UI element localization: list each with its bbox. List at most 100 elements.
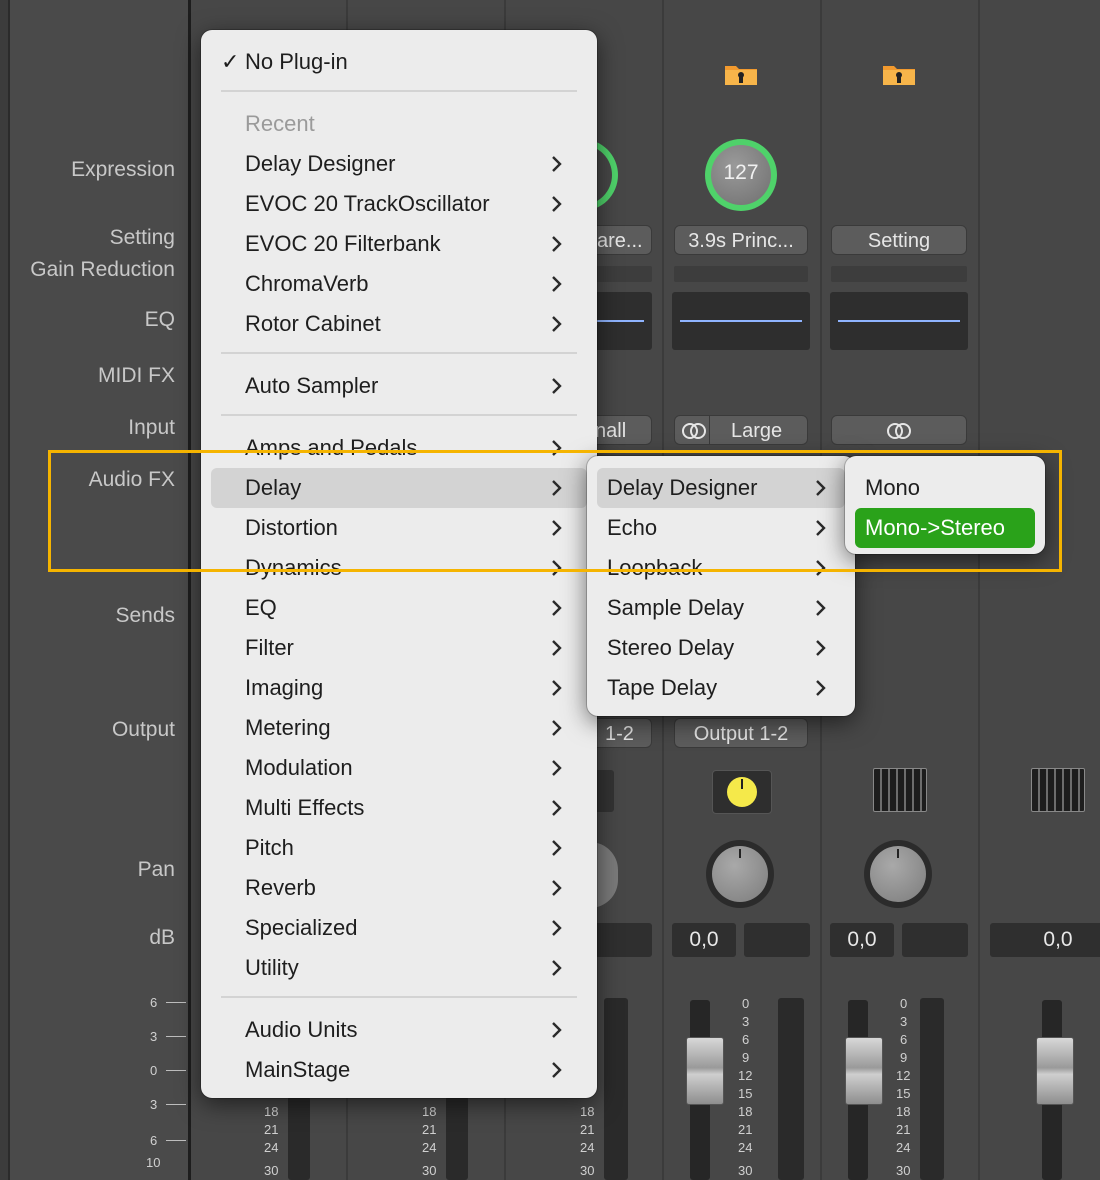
- level-meter: [920, 998, 944, 1180]
- meter-scale-label: 24: [896, 1140, 911, 1155]
- meter-scale-label: 30: [580, 1163, 595, 1178]
- meter-scale-label: 21: [422, 1122, 437, 1137]
- delay-submenu: Delay Designer Echo Loopback Sample Dela…: [587, 456, 855, 716]
- menu-item-recent-evoc-trackoscillator[interactable]: EVOC 20 TrackOscillator: [211, 184, 587, 224]
- mixer-plugin-icon[interactable]: [873, 768, 927, 812]
- meter-scale-label: 24: [738, 1140, 753, 1155]
- peak-readout: [902, 923, 968, 957]
- scale-label: 6: [150, 995, 158, 1010]
- meter-scale-label: 3: [742, 1014, 750, 1029]
- chevron-right-icon: [551, 224, 565, 264]
- menu-item-label: Echo: [607, 515, 658, 540]
- input-button-3[interactable]: [831, 415, 967, 445]
- volume-fader[interactable]: [1036, 1037, 1074, 1105]
- setting-button-1[interactable]: are...: [590, 225, 652, 255]
- format-item-mono[interactable]: Mono: [855, 468, 1035, 508]
- menu-item-filter[interactable]: Filter: [211, 628, 587, 668]
- chevron-right-icon: [815, 508, 829, 548]
- meter-scale-label: 21: [738, 1122, 753, 1137]
- submenu-item-tape-delay[interactable]: Tape Delay: [597, 668, 845, 708]
- eq-thumbnail[interactable]: [672, 292, 810, 350]
- menu-item-modulation[interactable]: Modulation: [211, 748, 587, 788]
- menu-item-specialized[interactable]: Specialized: [211, 908, 587, 948]
- menu-item-label: Distortion: [245, 515, 338, 540]
- menu-separator: [221, 996, 577, 998]
- instrument-knob-icon[interactable]: [712, 770, 772, 814]
- pan-knob[interactable]: [706, 840, 774, 908]
- menu-item-amps-and-pedals[interactable]: Amps and Pedals: [211, 428, 587, 468]
- meter-scale-label: 15: [896, 1086, 911, 1101]
- volume-fader[interactable]: [686, 1037, 724, 1105]
- menu-item-recent-delay-designer[interactable]: Delay Designer: [211, 144, 587, 184]
- menu-item-label: Pitch: [245, 835, 294, 860]
- chevron-right-icon: [815, 588, 829, 628]
- menu-item-imaging[interactable]: Imaging: [211, 668, 587, 708]
- eq-thumbnail[interactable]: [590, 292, 652, 350]
- menu-item-delay[interactable]: Delay: [211, 468, 587, 508]
- chevron-right-icon: [551, 668, 565, 708]
- meter-scale-label: 30: [896, 1163, 911, 1178]
- meter-scale-label: 21: [580, 1122, 595, 1137]
- submenu-item-delay-designer[interactable]: Delay Designer: [597, 468, 845, 508]
- output-button-1[interactable]: 1-2: [590, 718, 652, 748]
- menu-item-recent-evoc-filterbank[interactable]: EVOC 20 Filterbank: [211, 224, 587, 264]
- mixer-plugin-icon[interactable]: [1031, 768, 1085, 812]
- chevron-right-icon: [551, 748, 565, 788]
- menu-separator: [221, 414, 577, 416]
- menu-item-utility[interactable]: Utility: [211, 948, 587, 988]
- menu-item-recent-chromaverb[interactable]: ChromaVerb: [211, 264, 587, 304]
- setting-button-2[interactable]: 3.9s Princ...: [674, 225, 808, 255]
- menu-item-mainstage[interactable]: MainStage: [211, 1050, 587, 1090]
- input-button-2[interactable]: Large: [674, 415, 808, 445]
- menu-item-label: No Plug-in: [245, 49, 348, 74]
- meter-scale-label: 9: [900, 1050, 908, 1065]
- menu-item-pitch[interactable]: Pitch: [211, 828, 587, 868]
- submenu-item-sample-delay[interactable]: Sample Delay: [597, 588, 845, 628]
- gain-reduction-meter: [674, 266, 808, 282]
- menu-item-audio-units[interactable]: Audio Units: [211, 1010, 587, 1050]
- submenu-item-loopback[interactable]: Loopback: [597, 548, 845, 588]
- menu-item-multi-effects[interactable]: Multi Effects: [211, 788, 587, 828]
- meter-scale-label: 24: [422, 1140, 437, 1155]
- menu-item-label: Imaging: [245, 675, 324, 700]
- submenu-item-echo[interactable]: Echo: [597, 508, 845, 548]
- meter-scale-label: 18: [896, 1104, 911, 1119]
- format-item-mono-stereo[interactable]: Mono->Stereo: [855, 508, 1035, 548]
- menu-item-label: Utility: [245, 955, 299, 980]
- label-column: Expression Setting Gain Reduction EQ MID…: [0, 0, 190, 1180]
- menu-item-label: Stereo Delay: [607, 635, 735, 660]
- label-expression: Expression: [71, 158, 175, 181]
- menu-item-auto-sampler[interactable]: Auto Sampler: [211, 366, 587, 406]
- chevron-right-icon: [551, 144, 565, 184]
- db-readout: 0,0: [990, 923, 1100, 957]
- scale-label: 10: [146, 1155, 161, 1170]
- chevron-right-icon: [551, 708, 565, 748]
- menu-item-eq[interactable]: EQ: [211, 588, 587, 628]
- eq-thumbnail[interactable]: [830, 292, 968, 350]
- menu-item-reverb[interactable]: Reverb: [211, 868, 587, 908]
- pan-knob[interactable]: [864, 840, 932, 908]
- input-button-1[interactable]: nall: [590, 415, 652, 445]
- folder-icon[interactable]: [725, 63, 757, 85]
- menu-item-metering[interactable]: Metering: [211, 708, 587, 748]
- chevron-right-icon: [551, 628, 565, 668]
- folder-icon[interactable]: [883, 63, 915, 85]
- plugin-menu: ✓ No Plug-in Recent Delay Designer EVOC …: [201, 30, 597, 1098]
- chevron-right-icon: [551, 868, 565, 908]
- setting-button-3[interactable]: Setting: [831, 225, 967, 255]
- chevron-right-icon: [551, 948, 565, 988]
- volume-fader[interactable]: [845, 1037, 883, 1105]
- meter-scale-label: 0: [742, 996, 750, 1011]
- menu-item-label: Mono->Stereo: [865, 515, 1006, 540]
- menu-item-no-plugin[interactable]: ✓ No Plug-in: [211, 42, 587, 82]
- chevron-right-icon: [815, 548, 829, 588]
- menu-item-recent-rotor-cabinet[interactable]: Rotor Cabinet: [211, 304, 587, 344]
- output-button-2[interactable]: Output 1-2: [674, 718, 808, 748]
- menu-item-dynamics[interactable]: Dynamics: [211, 548, 587, 588]
- menu-item-label: Auto Sampler: [245, 373, 379, 398]
- expression-knob[interactable]: 127: [705, 139, 777, 211]
- label-setting: Setting: [109, 226, 175, 249]
- menu-item-distortion[interactable]: Distortion: [211, 508, 587, 548]
- submenu-item-stereo-delay[interactable]: Stereo Delay: [597, 628, 845, 668]
- menu-item-label: Delay: [245, 475, 302, 500]
